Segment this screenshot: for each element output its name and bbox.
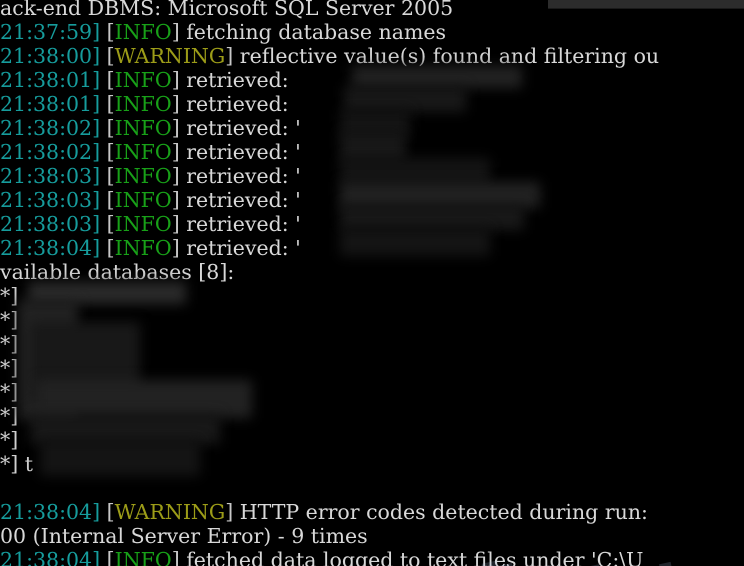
db-bullet: *] — [0, 380, 19, 404]
log-timestamp: 21:38:04] — [0, 236, 101, 260]
console-line: 21:38:04] [WARNING] HTTP error codes det… — [0, 500, 744, 524]
log-timestamp: 21:38:03] — [0, 212, 101, 236]
log-level-info: INFO — [114, 68, 172, 92]
console-line: 21:38:00] [WARNING] reflective value(s) … — [0, 44, 744, 68]
console-line: *] — [0, 356, 744, 380]
log-bracket: [ — [106, 20, 115, 44]
log-timestamp: 21:38:04] — [0, 548, 101, 566]
console-line: 21:37:59] [INFO] fetching database names — [0, 20, 744, 44]
log-message: retrieved: ' — [179, 140, 301, 164]
log-message: retrieved: ' — [179, 116, 301, 140]
log-bracket: ] — [171, 92, 180, 116]
console-line: 21:38:04] [INFO] fetched data logged to … — [0, 548, 744, 566]
db-bullet: *] — [0, 308, 19, 332]
log-bracket: ] — [171, 236, 180, 260]
log-level-warning: WARNING — [114, 44, 226, 68]
console-line: ack-end DBMS: Microsoft SQL Server 2005 — [0, 0, 744, 20]
log-level-info: INFO — [114, 92, 172, 116]
log-bracket: [ — [106, 140, 115, 164]
log-bracket: ] — [171, 212, 180, 236]
console-line: 21:38:03] [INFO] retrieved: ' — [0, 164, 744, 188]
log-timestamp: 21:37:59] — [0, 20, 101, 44]
console-line: *] — [0, 284, 744, 308]
db-bullet: *] — [0, 404, 19, 428]
console-line: 21:38:01] [INFO] retrieved: — [0, 68, 744, 92]
log-bracket: [ — [106, 44, 115, 68]
console-line: *] — [0, 380, 744, 404]
log-bracket: ] — [171, 68, 180, 92]
log-bracket: ] — [171, 188, 180, 212]
console-line: 21:38:03] [INFO] retrieved: ' — [0, 212, 744, 236]
db-bullet: *] t — [0, 452, 34, 476]
log-message: retrieved: ' — [179, 236, 301, 260]
log-message: HTTP error codes detected during run: — [233, 500, 648, 524]
console-output[interactable]: ack-end DBMS: Microsoft SQL Server 2005 2… — [0, 0, 744, 566]
console-line: 21:38:02] [INFO] retrieved: ' — [0, 140, 744, 164]
log-bracket: [ — [106, 164, 115, 188]
log-message: vailable databases [8]: — [0, 260, 235, 284]
log-timestamp: 21:38:00] — [0, 44, 101, 68]
log-level-info: INFO — [114, 20, 172, 44]
log-timestamp: 21:38:01] — [0, 92, 101, 116]
log-message: retrieved: — [179, 68, 289, 92]
db-bullet: *] — [0, 284, 19, 308]
db-bullet: *] — [0, 428, 19, 452]
console-line: 21:38:01] [INFO] retrieved: — [0, 92, 744, 116]
console-line: 21:38:04] [INFO] retrieved: ' — [0, 236, 744, 260]
log-message: reflective value(s) found and filtering … — [233, 44, 660, 68]
console-line: vailable databases [8]: — [0, 260, 744, 284]
log-message: ack-end DBMS: Microsoft SQL Server 2005 — [0, 0, 454, 20]
log-timestamp: 21:38:01] — [0, 68, 101, 92]
log-bracket: ] — [171, 116, 180, 140]
log-bracket: ] — [171, 548, 180, 566]
log-message: fetched data logged to text files under … — [179, 548, 644, 566]
console-line: *] — [0, 332, 744, 356]
log-bracket: [ — [106, 212, 115, 236]
console-line: 00 (Internal Server Error) - 9 times — [0, 524, 744, 548]
log-bracket: [ — [106, 116, 115, 140]
console-line: *] — [0, 404, 744, 428]
log-timestamp: 21:38:03] — [0, 164, 101, 188]
log-message: retrieved: ' — [179, 164, 301, 188]
log-timestamp: 21:38:02] — [0, 140, 101, 164]
log-bracket: ] — [171, 20, 180, 44]
console-line: *] — [0, 308, 744, 332]
log-bracket: [ — [106, 500, 115, 524]
log-level-info: INFO — [114, 116, 172, 140]
log-bracket: [ — [106, 236, 115, 260]
log-timestamp: 21:38:03] — [0, 188, 101, 212]
log-bracket: [ — [106, 188, 115, 212]
log-level-info: INFO — [114, 236, 172, 260]
log-bracket: ] — [171, 140, 180, 164]
console-line: 21:38:02] [INFO] retrieved: ' — [0, 116, 744, 140]
log-level-warning: WARNING — [114, 500, 226, 524]
log-message: 00 (Internal Server Error) - 9 times — [0, 524, 368, 548]
log-level-info: INFO — [114, 188, 172, 212]
db-bullet: *] — [0, 332, 19, 356]
db-bullet: *] — [0, 356, 19, 380]
console-line: 21:38:03] [INFO] retrieved: ' — [0, 188, 744, 212]
log-bracket: [ — [106, 548, 115, 566]
log-message: fetching database names — [179, 20, 447, 44]
log-timestamp: 21:38:02] — [0, 116, 101, 140]
terminal-window[interactable]: ack-end DBMS: Microsoft SQL Server 2005 2… — [0, 0, 744, 566]
log-bracket: [ — [106, 68, 115, 92]
log-level-info: INFO — [114, 164, 172, 188]
log-message: retrieved: — [179, 92, 289, 116]
log-message: retrieved: ' — [179, 188, 301, 212]
console-line: *] t — [0, 452, 744, 476]
log-level-info: INFO — [114, 140, 172, 164]
log-level-info: INFO — [114, 548, 172, 566]
log-bracket: [ — [106, 92, 115, 116]
log-timestamp: 21:38:04] — [0, 500, 101, 524]
console-line: *] — [0, 428, 744, 452]
log-message: retrieved: ' — [179, 212, 301, 236]
log-bracket: ] — [171, 164, 180, 188]
log-level-info: INFO — [114, 212, 172, 236]
